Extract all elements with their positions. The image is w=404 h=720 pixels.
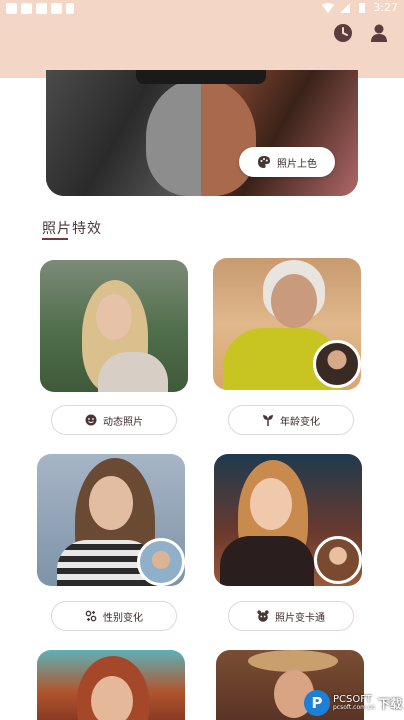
- photo-clothes: [220, 536, 314, 586]
- battery-icon: [359, 2, 366, 13]
- feature-button-gender-change[interactable]: 性别变化: [51, 601, 177, 631]
- photo-face: [91, 676, 133, 720]
- app-header: 3:27: [0, 0, 404, 78]
- colorize-label: 照片上色: [277, 158, 317, 170]
- feature-card-age-change[interactable]: [213, 258, 361, 390]
- gender-icon: [85, 610, 97, 622]
- photo-face: [96, 294, 132, 340]
- feature-label: 年龄变化: [280, 416, 320, 428]
- palette-icon: [258, 156, 270, 168]
- photo-clothes: [98, 352, 168, 392]
- feature-card-dynamic-photo[interactable]: [40, 260, 188, 392]
- signal-icon: [340, 2, 351, 13]
- feature-card-cartoon[interactable]: [214, 454, 362, 586]
- notification-icon: [21, 3, 32, 14]
- photo-face: [250, 478, 292, 530]
- feature-button-age-change[interactable]: 年龄变化: [228, 405, 354, 435]
- inset-portrait: [137, 538, 185, 586]
- feature-label: 动态照片: [103, 416, 143, 428]
- clock-icon: [334, 24, 352, 42]
- feature-button-dynamic-photo[interactable]: 动态照片: [51, 405, 177, 435]
- face-icon: [85, 414, 97, 426]
- watermark-site: pcsoft.com.cn: [332, 704, 375, 711]
- photo-hat: [248, 650, 338, 672]
- notification-icons: [6, 3, 74, 14]
- watermark: P PCSOFT pcsoft.com.cn 下载: [303, 690, 402, 716]
- history-button[interactable]: [332, 22, 354, 44]
- old-man-photo: [146, 78, 256, 196]
- cartoon-icon: [257, 610, 269, 622]
- section-title: 照片特效: [42, 221, 102, 237]
- sprout-icon: [263, 415, 273, 426]
- feature-label: 性别变化: [103, 612, 143, 624]
- colorize-banner[interactable]: 照片上色: [46, 70, 358, 196]
- watermark-logo-icon: P: [303, 690, 330, 716]
- status-time: 3:27: [373, 1, 398, 14]
- feature-button-cartoon[interactable]: 照片变卡通: [228, 601, 354, 631]
- inset-portrait: [313, 340, 361, 388]
- colorize-button[interactable]: 照片上色: [239, 147, 335, 177]
- watermark-tag: 下载: [377, 696, 402, 711]
- notification-icon: [6, 3, 17, 14]
- status-bar: 3:27: [0, 0, 404, 18]
- notification-icon: [51, 3, 62, 14]
- inset-portrait: [314, 536, 362, 584]
- profile-button[interactable]: [368, 22, 390, 44]
- user-icon: [371, 24, 387, 42]
- feature-card-gender-change[interactable]: [37, 454, 185, 586]
- photo-face: [271, 274, 317, 328]
- section-underline: [42, 238, 68, 240]
- wifi-icon: [322, 2, 335, 13]
- hat-shape: [136, 70, 266, 84]
- notification-icon: [36, 3, 47, 14]
- photo-face: [89, 476, 133, 530]
- notification-icon: [66, 3, 74, 14]
- feature-card-more-1[interactable]: [37, 650, 185, 720]
- feature-label: 照片变卡通: [275, 612, 325, 624]
